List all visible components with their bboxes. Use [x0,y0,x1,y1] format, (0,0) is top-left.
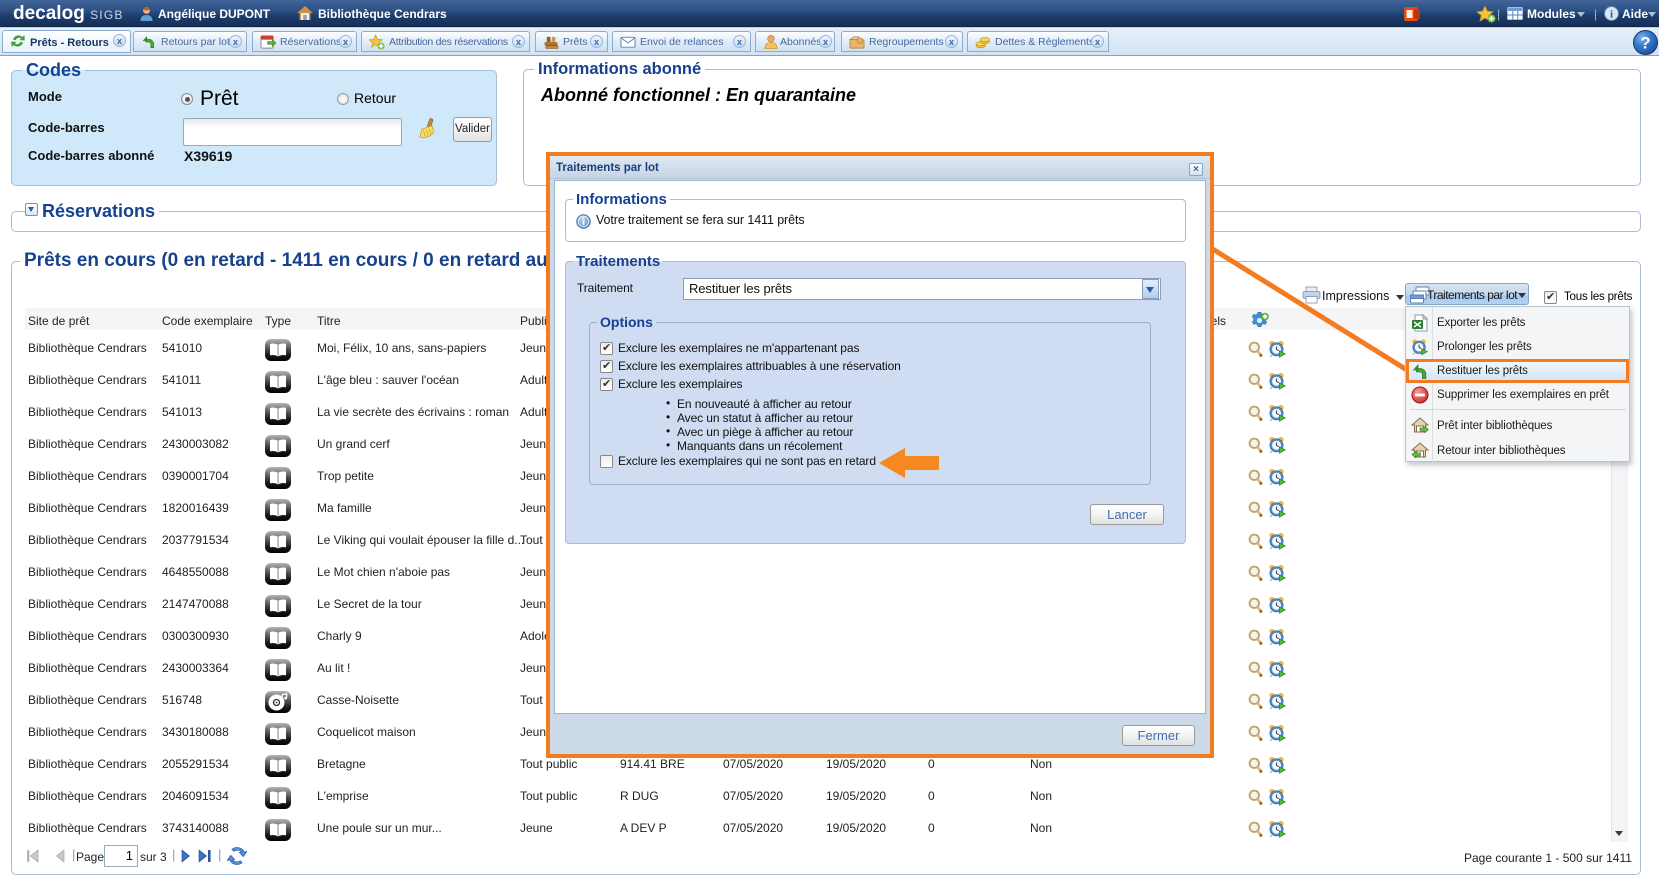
svg-text:?: ? [1640,34,1650,53]
svg-text:i: i [1610,8,1613,20]
